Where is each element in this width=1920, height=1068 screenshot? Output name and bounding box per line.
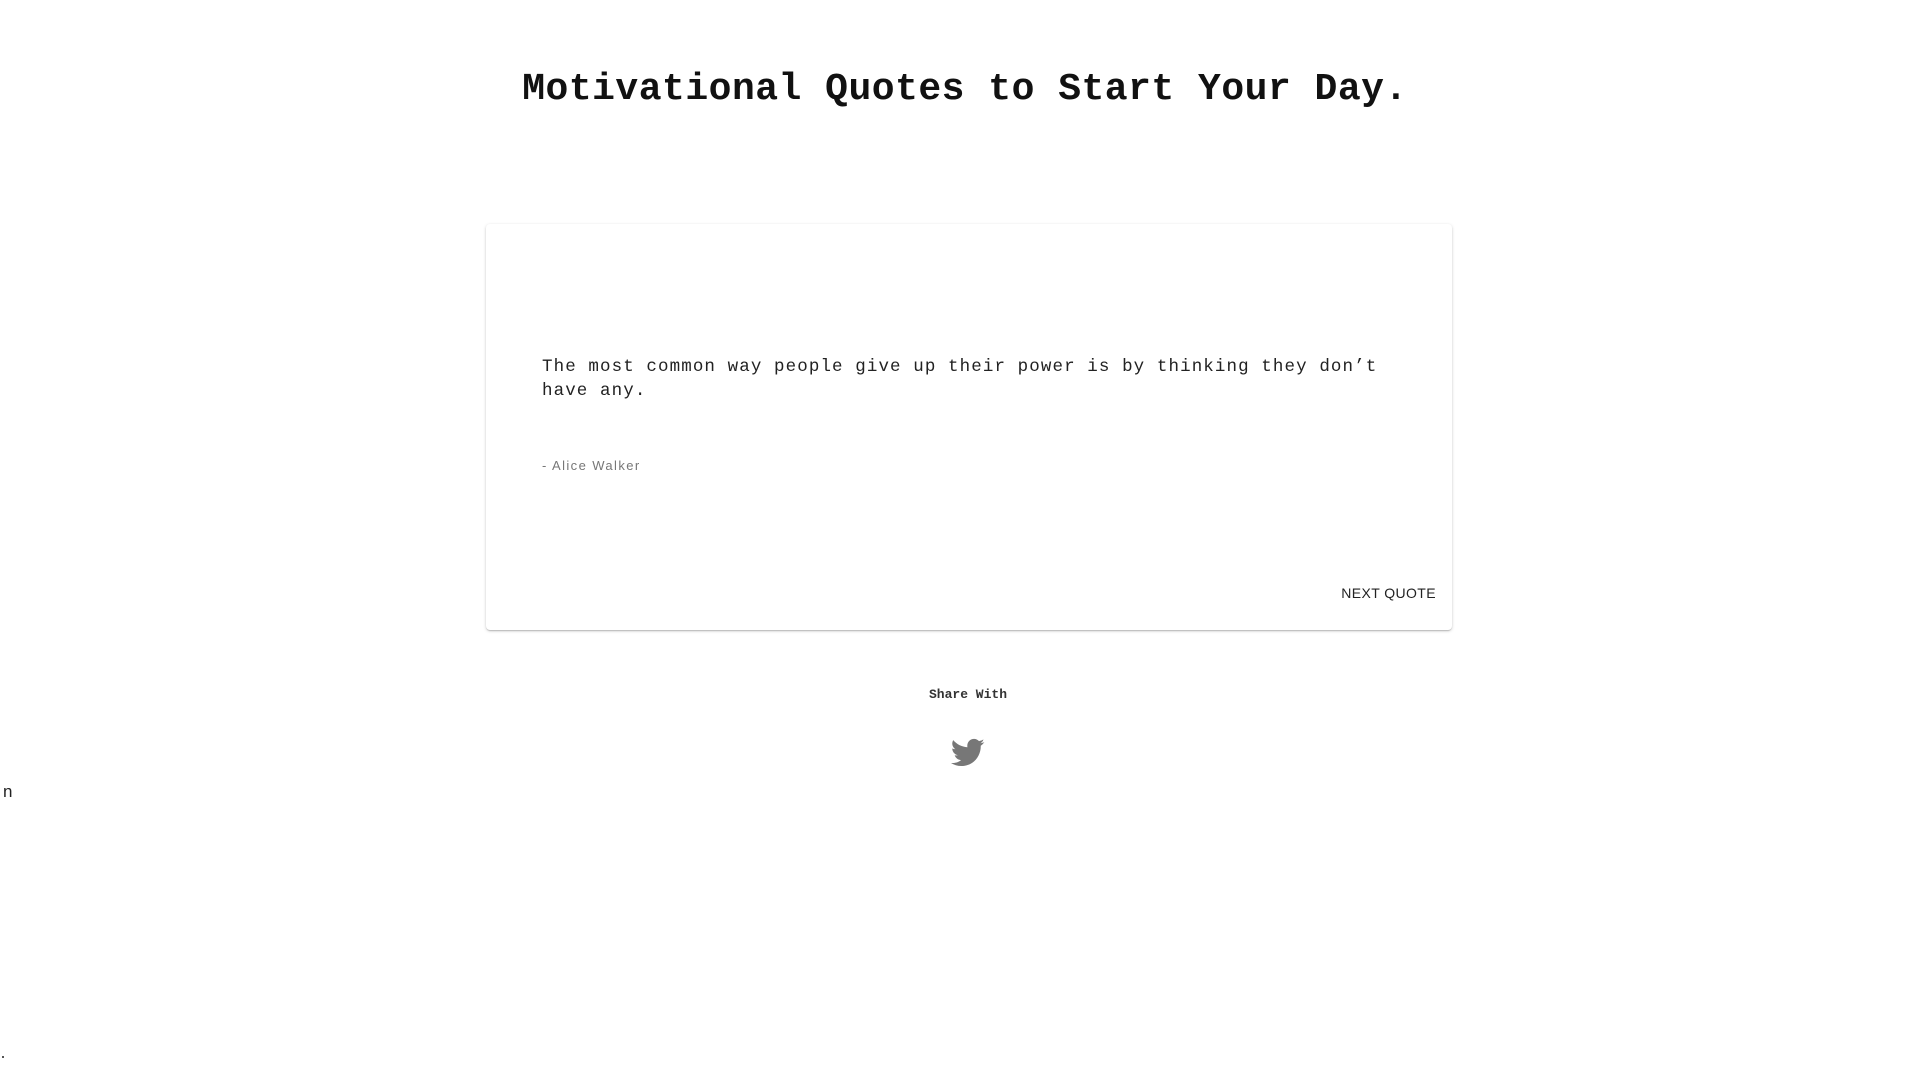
quote-text: The most common way people give up their… — [542, 357, 1378, 401]
page-title: Motivational Quotes to Start Your Day. — [522, 68, 1408, 111]
quote-card: The most common way people give up their… — [486, 224, 1452, 630]
next-quote-button[interactable]: NEXT QUOTE — [1333, 577, 1444, 609]
stray-dot — [2, 1056, 4, 1058]
twitter-icon — [951, 738, 985, 768]
twitter-share-link[interactable] — [951, 738, 985, 768]
stray-text: n — [3, 782, 13, 801]
share-label: Share With — [928, 687, 1007, 702]
quote-author: - Alice Walker — [542, 458, 641, 473]
